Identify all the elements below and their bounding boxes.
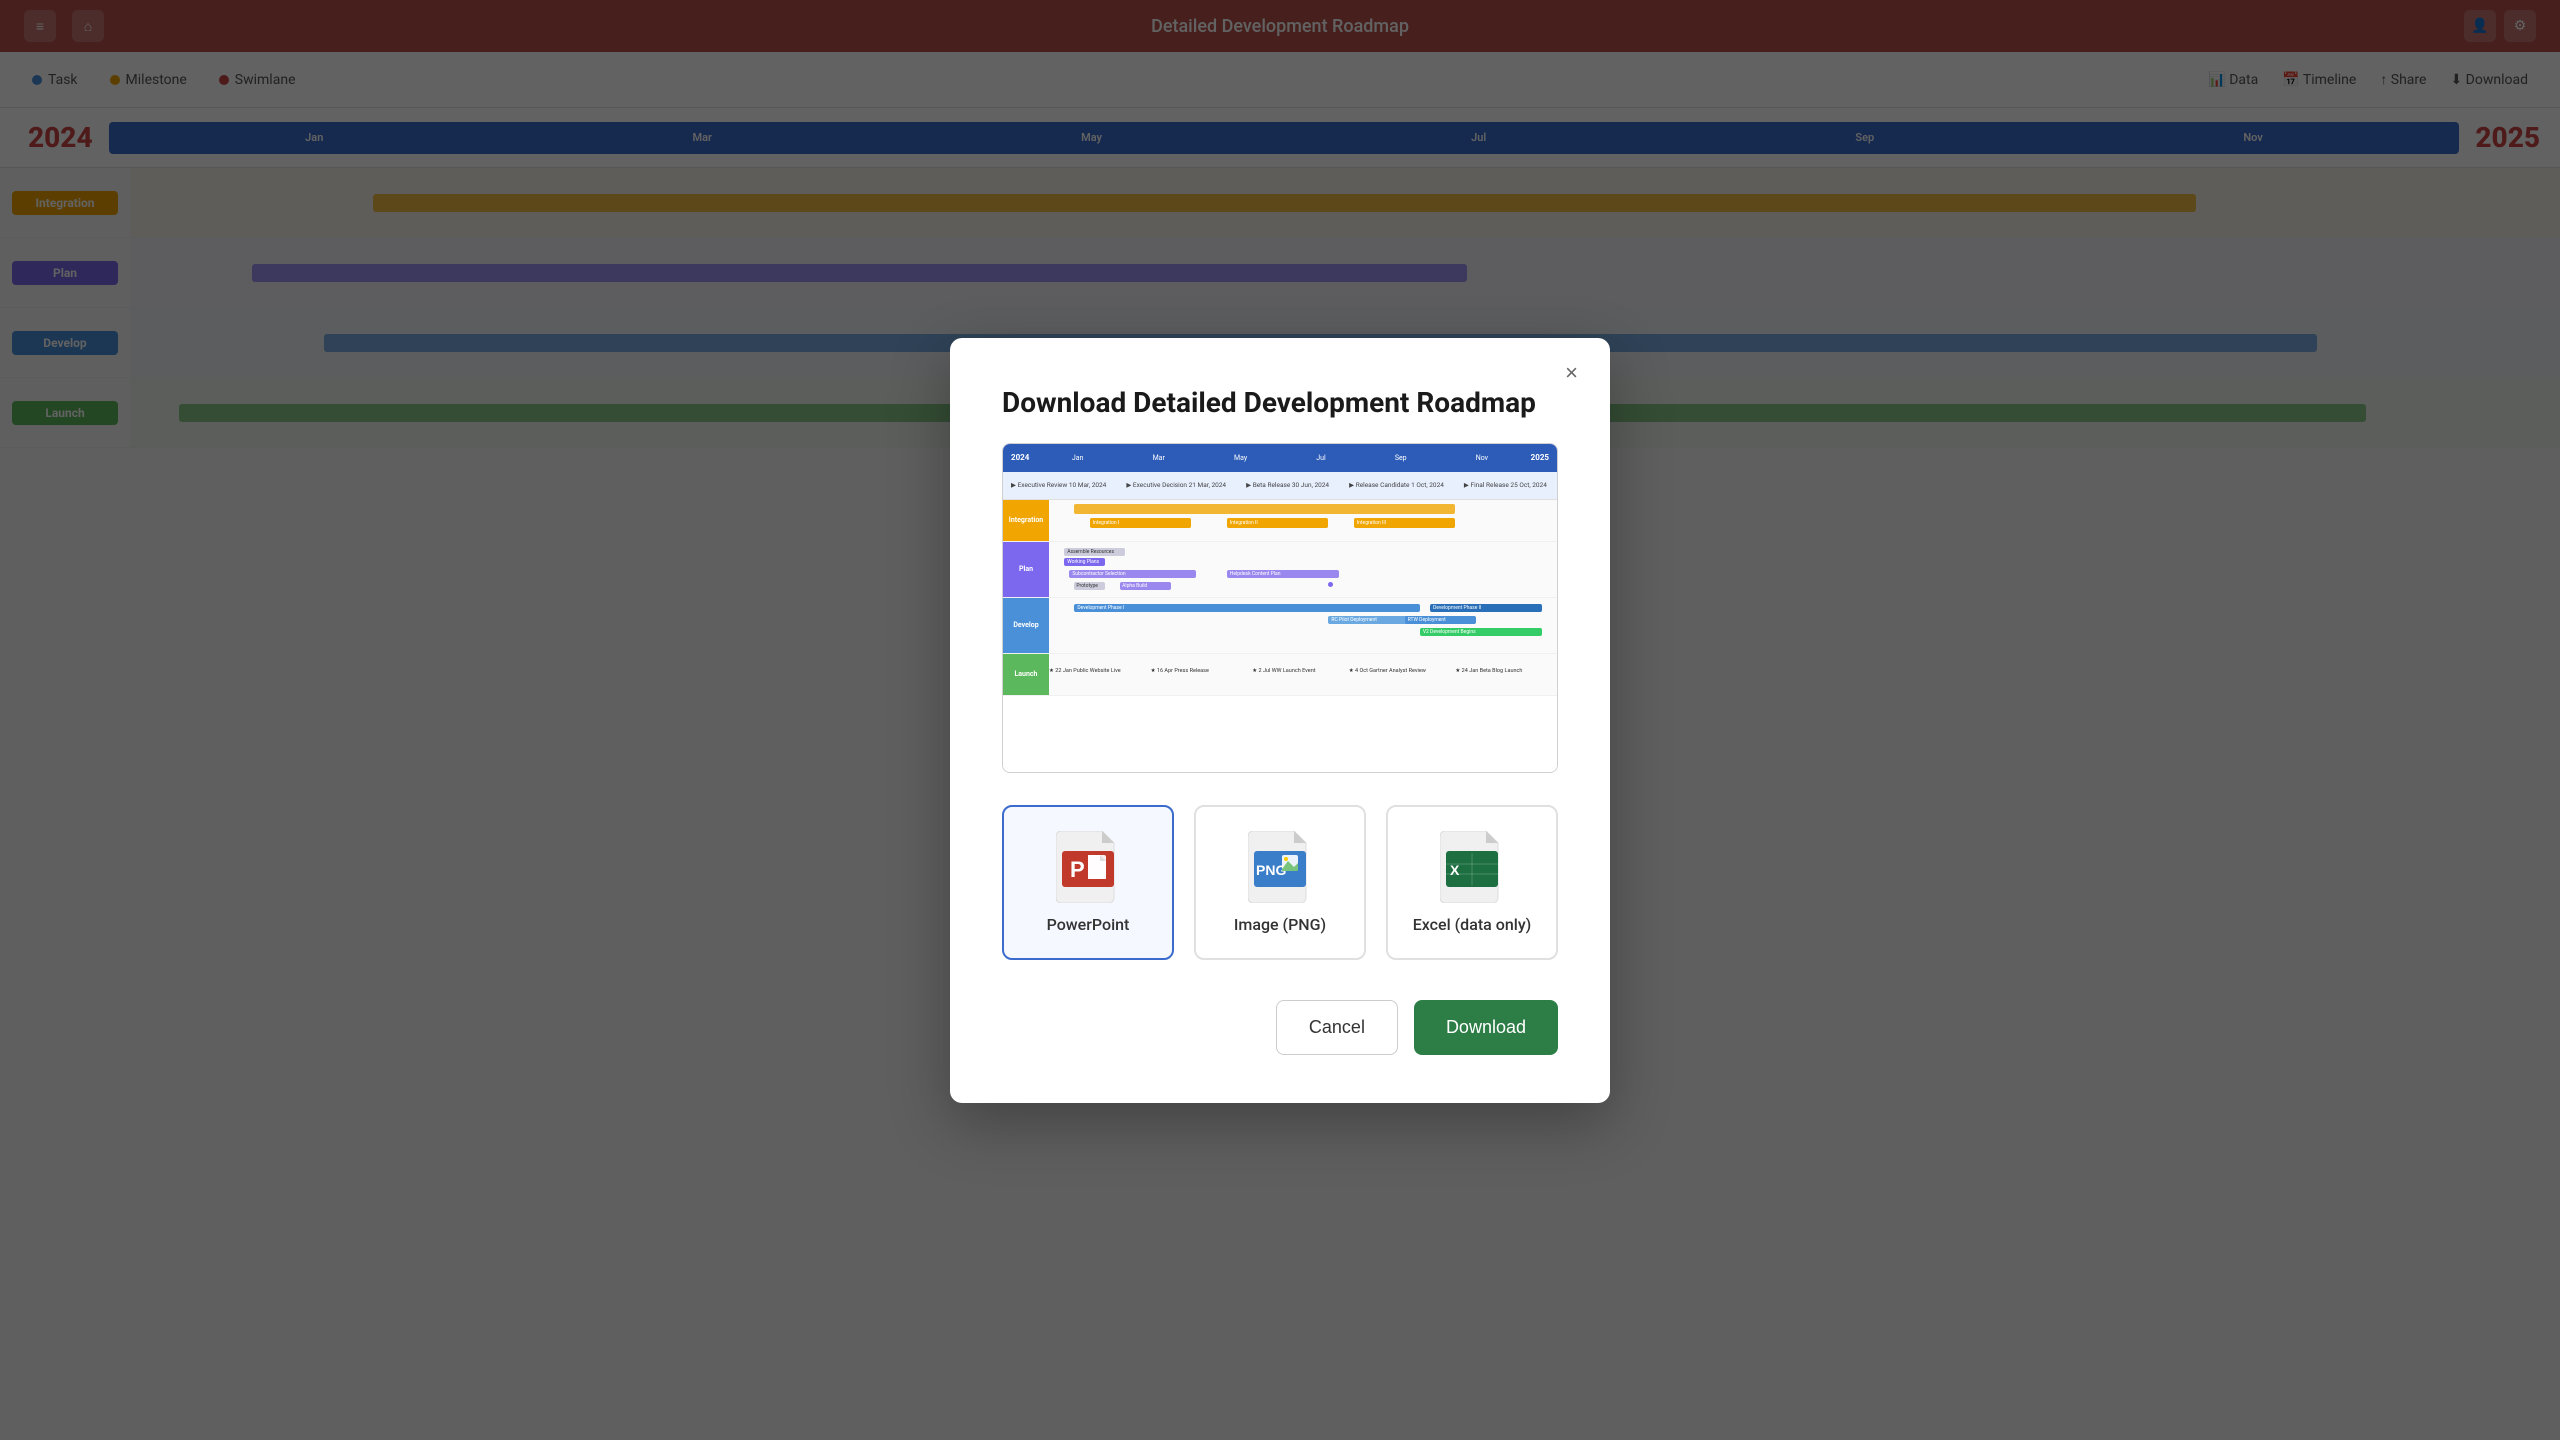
format-powerpoint[interactable]: P PowerPoint [1002, 805, 1174, 960]
preview-row-launch: Launch [1015, 670, 1038, 678]
svg-text:X: X [1450, 862, 1460, 878]
preview-month-sep: Sep [1395, 454, 1407, 462]
powerpoint-icon: P [1056, 831, 1120, 903]
preview-event-4: ▶ Release Candidate 1 Oct, 2024 [1349, 481, 1444, 489]
modal-actions: Cancel Download [1002, 1000, 1558, 1055]
preview-month-may: May [1234, 454, 1247, 462]
preview-month-jul: Jul [1316, 454, 1325, 462]
preview-launch-3: ★ 2 Jul WW Launch Event [1252, 668, 1315, 674]
modal-close-button[interactable]: × [1557, 358, 1586, 388]
preview-row-plan: Plan [1019, 565, 1033, 573]
download-modal: × Download Detailed Development Roadmap … [950, 338, 1610, 1103]
svg-text:P: P [1070, 857, 1085, 882]
preview-launch-1: ★ 22 Jan Public Website Live [1049, 668, 1121, 674]
png-icon: PNG [1248, 831, 1312, 903]
modal-overlay: × Download Detailed Development Roadmap … [0, 0, 2560, 1440]
preview-event-5: ▶ Final Release 25 Oct, 2024 [1464, 481, 1547, 489]
preview-year-right: 2025 [1531, 453, 1549, 462]
modal-preview: 2024 Jan Mar May Jul Sep Nov 2025 [1002, 443, 1558, 773]
preview-row-integration: Integration [1009, 516, 1043, 524]
preview-month-nov: Nov [1476, 454, 1488, 462]
preview-year-left: 2024 [1011, 453, 1029, 462]
powerpoint-label: PowerPoint [1047, 915, 1130, 934]
preview-row-develop: Develop [1013, 621, 1038, 629]
preview-event-2: ▶ Executive Decision 21 Mar, 2024 [1126, 481, 1226, 489]
preview-month-mar: Mar [1153, 454, 1165, 462]
cancel-button[interactable]: Cancel [1276, 1000, 1398, 1055]
download-button[interactable]: Download [1414, 1000, 1558, 1055]
preview-event-1: ▶ Executive Review 10 Mar, 2024 [1011, 481, 1106, 489]
excel-icon: X [1440, 831, 1504, 903]
format-excel[interactable]: X Excel (data only) [1386, 805, 1558, 960]
preview-launch-2: ★ 16 Apr Press Release [1151, 668, 1209, 674]
modal-title: Download Detailed Development Roadmap [1002, 386, 1558, 419]
png-label: Image (PNG) [1234, 915, 1326, 934]
preview-month-jan: Jan [1072, 454, 1084, 462]
svg-text:PNG: PNG [1256, 862, 1286, 878]
preview-launch-5: ★ 24 Jan Beta Blog Launch [1455, 668, 1522, 674]
excel-label: Excel (data only) [1413, 915, 1532, 934]
preview-event-3: ▶ Beta Release 30 Jun, 2024 [1246, 481, 1329, 489]
format-selection: P PowerPoint P [1002, 805, 1558, 960]
format-png[interactable]: PNG Image (PNG) [1194, 805, 1366, 960]
preview-launch-4: ★ 4 Oct Gartner Analyst Review [1349, 668, 1426, 674]
